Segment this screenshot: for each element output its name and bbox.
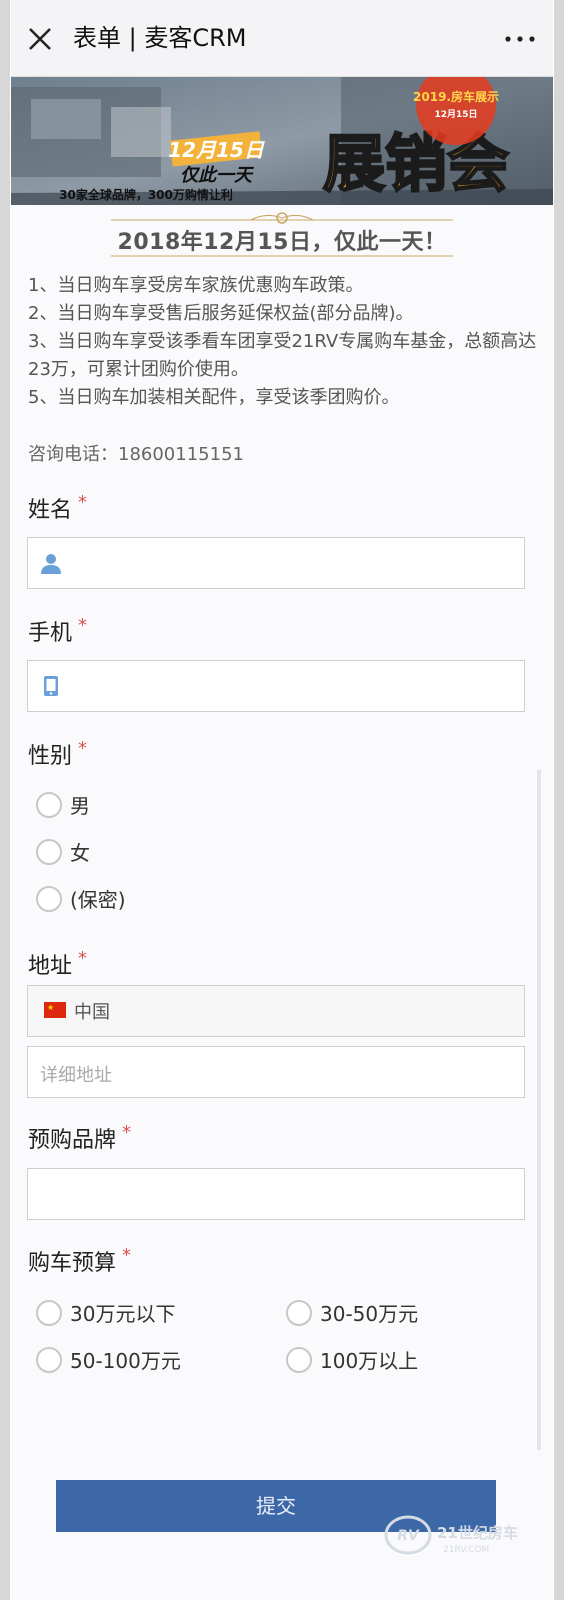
radio-circle[interactable] <box>36 885 62 912</box>
required-mark: * <box>78 948 88 969</box>
address-label-text: 地址 <box>28 954 73 979</box>
form-page: 表单 | 麦客CRM 12月15日 仅此一天 30家全球品牌，300万购情让利 … <box>11 0 553 1600</box>
country-select[interactable]: ★ 中国 <box>27 985 525 1037</box>
radio-circle[interactable] <box>36 1346 62 1373</box>
detail-address-field[interactable]: 详细地址 <box>27 1046 525 1098</box>
required-mark: * <box>122 1245 132 1266</box>
detail-address-placeholder: 详细地址 <box>40 1065 112 1086</box>
banner-artwork: 12月15日 仅此一天 30家全球品牌，300万购情让利 展销会 2019.房车… <box>11 77 553 205</box>
budget-label: 购车预算 * <box>28 1245 131 1277</box>
more-options-icon[interactable] <box>503 30 537 48</box>
banner-tagline: 仅此一天 <box>180 165 254 186</box>
radio-label: 30万元以下 <box>70 1302 176 1326</box>
required-mark: * <box>78 615 88 636</box>
radio-label: 女 <box>70 841 90 865</box>
radio-label: 30-50万元 <box>320 1302 419 1326</box>
intro-line: 2、当日购车享受售后服务延保权益(部分品牌)。 <box>28 303 414 324</box>
phone-label: 手机 * <box>28 615 87 647</box>
watermark-subtext: 21RV.COM <box>443 1545 489 1555</box>
name-field[interactable] <box>27 537 525 589</box>
mobile-phone-icon <box>44 676 58 696</box>
svg-text:RV: RV <box>397 1528 420 1544</box>
gender-option-female[interactable]: 女 <box>36 837 90 866</box>
gender-option-male[interactable]: 男 <box>36 790 90 819</box>
user-icon <box>41 554 61 574</box>
phone-field[interactable] <box>27 660 525 712</box>
budget-option-over-100[interactable]: 100万以上 <box>286 1345 418 1374</box>
radio-circle[interactable] <box>286 1299 312 1326</box>
brand-label-text: 预购品牌 <box>28 1128 117 1153</box>
budget-option-30-50[interactable]: 30-50万元 <box>286 1298 418 1327</box>
banner-corner-date: 12月15日 <box>434 109 477 120</box>
name-label: 姓名 * <box>28 492 87 524</box>
phone-label-text: 手机 <box>28 621 73 646</box>
watermark-text: 21世纪房车 <box>437 1524 518 1542</box>
name-label-text: 姓名 <box>28 498 73 523</box>
required-mark: * <box>78 738 88 759</box>
banner-subtagline: 30家全球品牌，300万购情让利 <box>59 187 233 202</box>
china-flag-icon: ★ <box>44 1002 66 1018</box>
intro-line: 5、当日购车加装相关配件，享受该季团购价。 <box>28 387 400 408</box>
gender-label-text: 性别 <box>28 744 73 769</box>
required-mark: * <box>78 492 88 513</box>
promo-banner: 12月15日 仅此一天 30家全球品牌，300万购情让利 展销会 2019.房车… <box>11 77 553 205</box>
radio-circle[interactable] <box>36 791 62 818</box>
radio-label: 50-100万元 <box>70 1349 181 1373</box>
intro-line: 3、当日购车享受该季看车团享受21RV专属购车基金，总额高达23万，可累计团购价… <box>28 331 537 380</box>
banner-date-badge: 12月15日 <box>168 138 265 162</box>
gender-option-secret[interactable]: (保密) <box>36 884 126 913</box>
radio-circle[interactable] <box>36 838 62 865</box>
frame-right <box>554 0 564 1600</box>
close-icon[interactable] <box>27 26 53 52</box>
budget-label-text: 购车预算 <box>28 1251 117 1276</box>
country-value: 中国 <box>74 1002 110 1023</box>
banner-heading-text: 2018年12月15日，仅此一天！ <box>117 230 447 255</box>
radio-label: (保密) <box>70 888 126 912</box>
radio-circle[interactable] <box>286 1346 312 1373</box>
budget-option-50-100[interactable]: 50-100万元 <box>36 1345 181 1374</box>
brand-label: 预购品牌 * <box>28 1122 131 1154</box>
banner-big-title: 展销会 <box>323 127 509 200</box>
radio-label: 男 <box>70 794 90 818</box>
scrollbar[interactable] <box>537 770 541 1450</box>
brand-field[interactable] <box>27 1168 525 1220</box>
required-mark: * <box>122 1122 132 1143</box>
radio-circle[interactable] <box>36 1299 62 1326</box>
intro-line: 1、当日购车享受房车家族优惠购车政策。 <box>28 275 364 296</box>
radio-label: 100万以上 <box>320 1349 419 1373</box>
top-bar: 表单 | 麦客CRM <box>11 0 553 77</box>
gender-label: 性别 * <box>28 738 87 770</box>
site-watermark-logo: RV 21世纪房车 21RV.COM <box>384 1515 518 1555</box>
page-title: 表单 | 麦客CRM <box>73 24 247 52</box>
banner-heading: 2018年12月15日，仅此一天！ <box>11 212 553 257</box>
address-label: 地址 * <box>28 948 87 980</box>
budget-option-under-30[interactable]: 30万元以下 <box>36 1298 175 1327</box>
contact-phone: 咨询电话：18600115151 <box>28 444 244 465</box>
intro-text: 1、当日购车享受房车家族优惠购车政策。 2、当日购车享受售后服务延保权益(部分品… <box>28 272 538 412</box>
frame-left <box>0 0 10 1600</box>
banner-corner-badge: 2019.房车展示 <box>413 89 499 104</box>
